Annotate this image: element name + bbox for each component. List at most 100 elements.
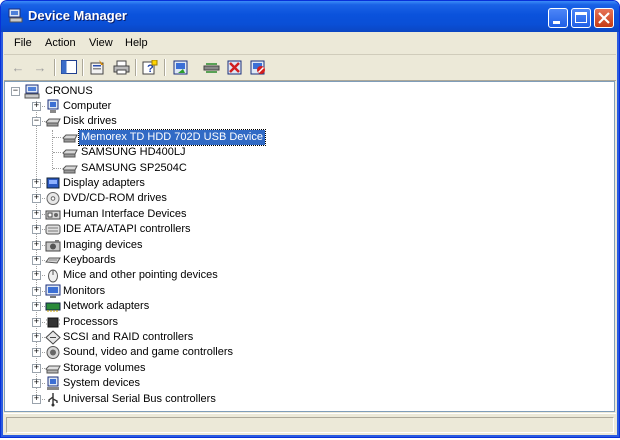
scsi-icon xyxy=(45,330,61,345)
update-driver-button[interactable] xyxy=(172,58,190,76)
tree-item[interactable]: − Disk drives xyxy=(5,114,605,129)
tree-item-label: Storage volumes xyxy=(63,361,146,374)
expand-icon[interactable]: + xyxy=(32,302,41,312)
tree-item[interactable]: + Keyboards xyxy=(5,253,605,268)
minimize-icon xyxy=(553,21,560,24)
close-icon xyxy=(598,12,610,24)
expand-icon[interactable]: + xyxy=(32,317,41,327)
tree-item[interactable]: + Monitors xyxy=(5,284,605,299)
expand-icon[interactable]: + xyxy=(32,102,41,111)
computer-root-icon xyxy=(24,84,40,99)
tree-item-label: Mice and other pointing devices xyxy=(63,269,218,282)
expand-icon[interactable]: + xyxy=(32,348,41,358)
title-bar[interactable]: Device Manager xyxy=(1,1,619,32)
expand-icon[interactable]: + xyxy=(32,271,41,281)
ide-controller-icon xyxy=(45,224,61,235)
tree-child-item[interactable]: SAMSUNG HD400LJ xyxy=(5,145,605,160)
window-title: Device Manager xyxy=(28,8,127,23)
collapse-icon[interactable]: − xyxy=(32,117,41,127)
scan-hardware-button[interactable] xyxy=(203,58,221,76)
uninstall-button[interactable] xyxy=(226,58,244,76)
storage-volume-icon xyxy=(45,365,61,374)
maximize-button[interactable] xyxy=(571,8,591,28)
device-tree[interactable]: − CRONUS + Computer − Disk drives Memorex TD… xyxy=(4,81,615,412)
menu-file[interactable]: File xyxy=(14,37,32,49)
properties-button[interactable] xyxy=(88,58,106,76)
menu-bar: File Action View Help xyxy=(4,32,616,55)
expand-icon[interactable]: + xyxy=(32,363,41,373)
expand-icon[interactable]: + xyxy=(32,179,41,188)
tree-line xyxy=(53,152,61,154)
collapse-icon[interactable]: − xyxy=(11,87,20,96)
tree-item[interactable]: + IDE ATA/ATAPI controllers xyxy=(5,222,605,237)
print-icon xyxy=(113,60,129,74)
expand-icon[interactable]: + xyxy=(32,394,41,404)
tree-item[interactable]: + Storage volumes xyxy=(5,361,605,376)
tree-item-label: Processors xyxy=(63,315,119,328)
scan-hardware-icon xyxy=(203,62,220,73)
disable-icon xyxy=(250,60,265,74)
menu-action[interactable]: Action xyxy=(45,37,76,49)
expand-icon[interactable]: + xyxy=(32,286,41,296)
expand-icon[interactable]: + xyxy=(32,194,41,204)
print-button[interactable] xyxy=(112,58,130,76)
status-pane xyxy=(6,417,614,433)
show-hide-tree-button[interactable] xyxy=(60,58,78,76)
tree-item-label: Universal Serial Bus controllers xyxy=(63,392,216,405)
tree-item-label: Disk drives xyxy=(63,115,117,128)
tree-item[interactable]: + Display adapters xyxy=(5,176,605,191)
expand-icon[interactable]: + xyxy=(32,256,41,265)
help-icon: ? xyxy=(142,59,158,75)
tree-item-label: Imaging devices xyxy=(63,238,143,251)
help-button[interactable]: ? xyxy=(141,58,159,76)
device-manager-window: Device Manager File Action View Help ← → xyxy=(0,0,620,438)
minimize-button[interactable] xyxy=(548,8,568,28)
monitor-icon xyxy=(45,284,61,298)
show-hide-tree-icon xyxy=(61,60,77,74)
tree-root[interactable]: − CRONUS xyxy=(5,84,605,99)
tree-item[interactable]: + Sound, video and game controllers xyxy=(5,345,605,360)
tree-item[interactable]: + Processors xyxy=(5,315,605,330)
uninstall-icon xyxy=(227,60,242,74)
tree-child-item[interactable]: Memorex TD HDD 702D USB Device xyxy=(5,128,605,146)
tree-item-label: Monitors xyxy=(63,284,106,297)
expand-icon[interactable]: + xyxy=(32,333,41,342)
tree-item[interactable]: + Imaging devices xyxy=(5,238,605,253)
usb-icon xyxy=(48,392,58,407)
forward-button[interactable]: → xyxy=(31,58,49,76)
tree-root-label: CRONUS xyxy=(45,85,93,97)
menu-help[interactable]: Help xyxy=(125,37,148,49)
device-manager-icon xyxy=(8,8,23,23)
disk-drive-icon xyxy=(62,149,78,158)
tree-item-label: SCSI and RAID controllers xyxy=(63,331,194,343)
expand-icon[interactable]: + xyxy=(32,240,41,250)
tree-item-label: Computer xyxy=(63,100,112,112)
back-button[interactable]: ← xyxy=(9,58,27,76)
close-button[interactable] xyxy=(594,8,614,28)
expand-icon[interactable]: + xyxy=(32,209,41,219)
menu-view[interactable]: View xyxy=(89,37,113,49)
tree-item[interactable]: + Computer xyxy=(5,99,605,114)
sound-icon xyxy=(46,346,60,360)
system-device-icon xyxy=(47,376,59,391)
tree-item[interactable]: + Universal Serial Bus controllers xyxy=(5,392,605,407)
toolbar-separator xyxy=(54,59,56,76)
tree-item[interactable]: + Mice and other pointing devices xyxy=(5,268,605,283)
tree-child-item[interactable]: SAMSUNG SP2504C xyxy=(5,161,605,176)
tree-item-label: DVD/CD-ROM drives xyxy=(63,192,167,205)
tree-item[interactable]: + SCSI and RAID controllers xyxy=(5,330,605,345)
tree-item-label: IDE ATA/ATAPI controllers xyxy=(63,223,191,236)
tree-item-label: SAMSUNG HD400LJ xyxy=(81,146,186,159)
tree-item[interactable]: + System devices xyxy=(5,376,605,391)
expand-icon[interactable]: + xyxy=(32,225,41,235)
expand-icon[interactable]: + xyxy=(32,379,41,389)
tree-item[interactable]: + Network adapters xyxy=(5,299,605,314)
back-icon: ← xyxy=(11,59,25,75)
tree-item[interactable]: + Human Interface Devices xyxy=(5,207,605,222)
disable-button[interactable] xyxy=(249,58,267,76)
tree-item[interactable]: + DVD/CD-ROM drives xyxy=(5,191,605,206)
tree-item-label: SAMSUNG SP2504C xyxy=(81,161,187,174)
toolbar: ← → ? xyxy=(4,54,616,81)
network-adapter-icon xyxy=(45,302,61,313)
tree-item-label: Display adapters xyxy=(63,177,145,189)
